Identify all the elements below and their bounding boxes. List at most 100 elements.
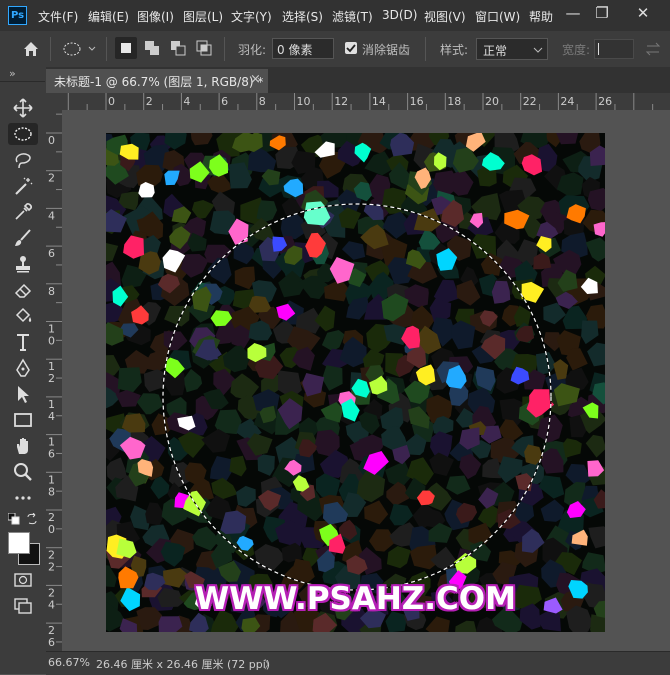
ruler-left-label: 6 bbox=[48, 448, 55, 461]
document-tab-title: 未标题-1 @ 66.7% (图层 1, RGB/8) * bbox=[54, 75, 264, 89]
menu-window[interactable]: 窗口(W) bbox=[475, 8, 520, 25]
vertical-ruler[interactable]: 02468101214161820222426 bbox=[46, 110, 63, 651]
elliptical-marquee-tool[interactable] bbox=[8, 123, 38, 145]
ruler-left-label: 6 bbox=[48, 247, 55, 260]
more-tools-button[interactable] bbox=[8, 487, 38, 509]
ruler-left-label: 8 bbox=[48, 285, 55, 298]
rectangle-icon bbox=[14, 413, 32, 427]
document-size-info: 26.46 厘米 x 26.46 厘米 (72 ppi) bbox=[96, 658, 271, 671]
document-canvas[interactable]: WWW.PSAHZ.COM bbox=[106, 133, 605, 632]
ruler-top-label: 20 bbox=[485, 95, 499, 108]
horizontal-ruler[interactable]: 0 2 4 6 8 10 12 14 16 18 20 22 24 26 bbox=[62, 93, 670, 111]
width-input[interactable] bbox=[594, 39, 634, 59]
ruler-top-label: 14 bbox=[372, 95, 386, 108]
ruler-top-label: 10 bbox=[297, 95, 311, 108]
zoom-tool[interactable] bbox=[8, 461, 38, 483]
elliptical-marquee-preset-icon[interactable] bbox=[62, 41, 96, 60]
type-tool[interactable] bbox=[8, 331, 38, 353]
menu-layer[interactable]: 图层(L) bbox=[183, 8, 223, 25]
ellipsis-icon bbox=[15, 496, 31, 500]
rectangle-tool[interactable] bbox=[8, 409, 38, 431]
foreground-color-swatch[interactable] bbox=[8, 532, 30, 554]
ruler-top-label: 12 bbox=[334, 95, 348, 108]
swap-colors-icon[interactable] bbox=[26, 512, 38, 528]
swap-width-height-icon[interactable] bbox=[644, 39, 662, 59]
path-selection-tool[interactable] bbox=[8, 383, 38, 405]
stamp-icon bbox=[16, 256, 30, 273]
menu-filter[interactable]: 滤镜(T) bbox=[332, 8, 373, 25]
status-menu-arrow[interactable]: 〉 bbox=[264, 656, 275, 672]
ruler-left-label: 4 bbox=[48, 410, 55, 423]
arrow-cursor-icon bbox=[18, 386, 29, 403]
close-button[interactable]: ✕ bbox=[628, 2, 658, 26]
checkmark-icon bbox=[346, 44, 356, 53]
ruler-left-label: 0 bbox=[48, 134, 55, 147]
menu-3d[interactable]: 3D(D) bbox=[382, 8, 417, 22]
quick-mask-icon bbox=[14, 573, 32, 587]
hand-tool[interactable] bbox=[8, 435, 38, 457]
quick-mask-button[interactable] bbox=[8, 569, 38, 591]
menu-help[interactable]: 帮助 bbox=[529, 8, 553, 25]
style-select[interactable]: 正常 bbox=[476, 38, 548, 60]
ruler-left-label: 0 bbox=[48, 523, 55, 536]
options-bar: 羽化: 0 像素 消除锯齿 样式: 正常 宽度: bbox=[0, 31, 670, 68]
style-label: 样式: bbox=[440, 43, 469, 57]
ruler-top-label: 22 bbox=[523, 95, 537, 108]
lasso-tool[interactable] bbox=[8, 149, 38, 171]
pen-tool[interactable] bbox=[8, 357, 38, 379]
eraser-tool[interactable] bbox=[8, 279, 38, 301]
zoom-level[interactable]: 66.67% bbox=[48, 656, 90, 669]
lasso-icon bbox=[15, 153, 31, 169]
add-to-selection-button[interactable] bbox=[141, 37, 163, 59]
width-label: 宽度: bbox=[562, 43, 591, 57]
brush-tool[interactable] bbox=[8, 227, 38, 249]
menu-file[interactable]: 文件(F) bbox=[38, 8, 78, 25]
menu-select[interactable]: 选择(S) bbox=[282, 8, 323, 25]
ruler-left-label: 0 bbox=[48, 335, 55, 348]
tools-panel: » bbox=[0, 67, 47, 674]
status-bar: 66.67% 26.46 厘米 x 26.46 厘米 (72 ppi) 〉 bbox=[46, 651, 670, 675]
toolbar-expand-button[interactable]: » bbox=[9, 67, 16, 80]
ruler-top-label: 6 bbox=[221, 95, 228, 108]
crop-eyedropper-tool[interactable] bbox=[8, 201, 38, 223]
paint-bucket-tool[interactable] bbox=[8, 305, 38, 327]
ruler-top-label: 0 bbox=[108, 95, 115, 108]
type-icon bbox=[17, 334, 29, 351]
home-icon[interactable] bbox=[22, 40, 40, 61]
screen-mode-button[interactable] bbox=[8, 595, 38, 617]
style-select-value: 正常 bbox=[483, 44, 508, 58]
restore-button[interactable]: ❐ bbox=[587, 2, 617, 26]
menu-image[interactable]: 图像(I) bbox=[137, 8, 174, 25]
ruler-top-label: 18 bbox=[447, 95, 461, 108]
hand-icon bbox=[17, 438, 28, 454]
subtract-from-selection-button[interactable] bbox=[167, 37, 189, 59]
ruler-top-label: 4 bbox=[183, 95, 190, 108]
menu-view[interactable]: 视图(V) bbox=[424, 8, 466, 25]
menu-type[interactable]: 文字(Y) bbox=[231, 8, 272, 25]
antialias-checkbox[interactable] bbox=[345, 42, 357, 54]
screen-mode-icon bbox=[14, 598, 32, 614]
magic-wand-tool[interactable] bbox=[8, 175, 38, 197]
minimize-button[interactable]: — bbox=[558, 2, 588, 26]
ruler-left-label: 4 bbox=[48, 209, 55, 222]
document-tab[interactable]: 未标题-1 @ 66.7% (图层 1, RGB/8) * × bbox=[46, 69, 268, 93]
chevron-down-icon bbox=[533, 47, 543, 53]
default-colors-icon[interactable] bbox=[7, 512, 20, 528]
eyedropper-icon bbox=[15, 203, 32, 220]
ruler-left-label: 4 bbox=[48, 598, 55, 611]
ruler-top-label: 26 bbox=[598, 95, 612, 108]
move-tool[interactable] bbox=[8, 97, 38, 119]
menu-edit[interactable]: 编辑(E) bbox=[88, 8, 129, 25]
ruler-left-label: 6 bbox=[48, 636, 55, 649]
stamp-tool[interactable] bbox=[8, 253, 38, 275]
ruler-corner[interactable] bbox=[46, 93, 62, 110]
ellipse-marquee-icon bbox=[14, 127, 32, 141]
new-selection-button[interactable] bbox=[115, 37, 137, 59]
ruler-left-label: 2 bbox=[48, 561, 55, 574]
antialias-label: 消除锯齿 bbox=[362, 43, 411, 57]
feather-input[interactable]: 0 像素 bbox=[272, 38, 334, 59]
ruler-top-label: 8 bbox=[259, 95, 266, 108]
intersect-selection-button[interactable] bbox=[193, 37, 215, 59]
document-tab-bar: 未标题-1 @ 66.7% (图层 1, RGB/8) * × bbox=[46, 67, 670, 93]
tab-close-icon[interactable]: × bbox=[250, 72, 261, 87]
